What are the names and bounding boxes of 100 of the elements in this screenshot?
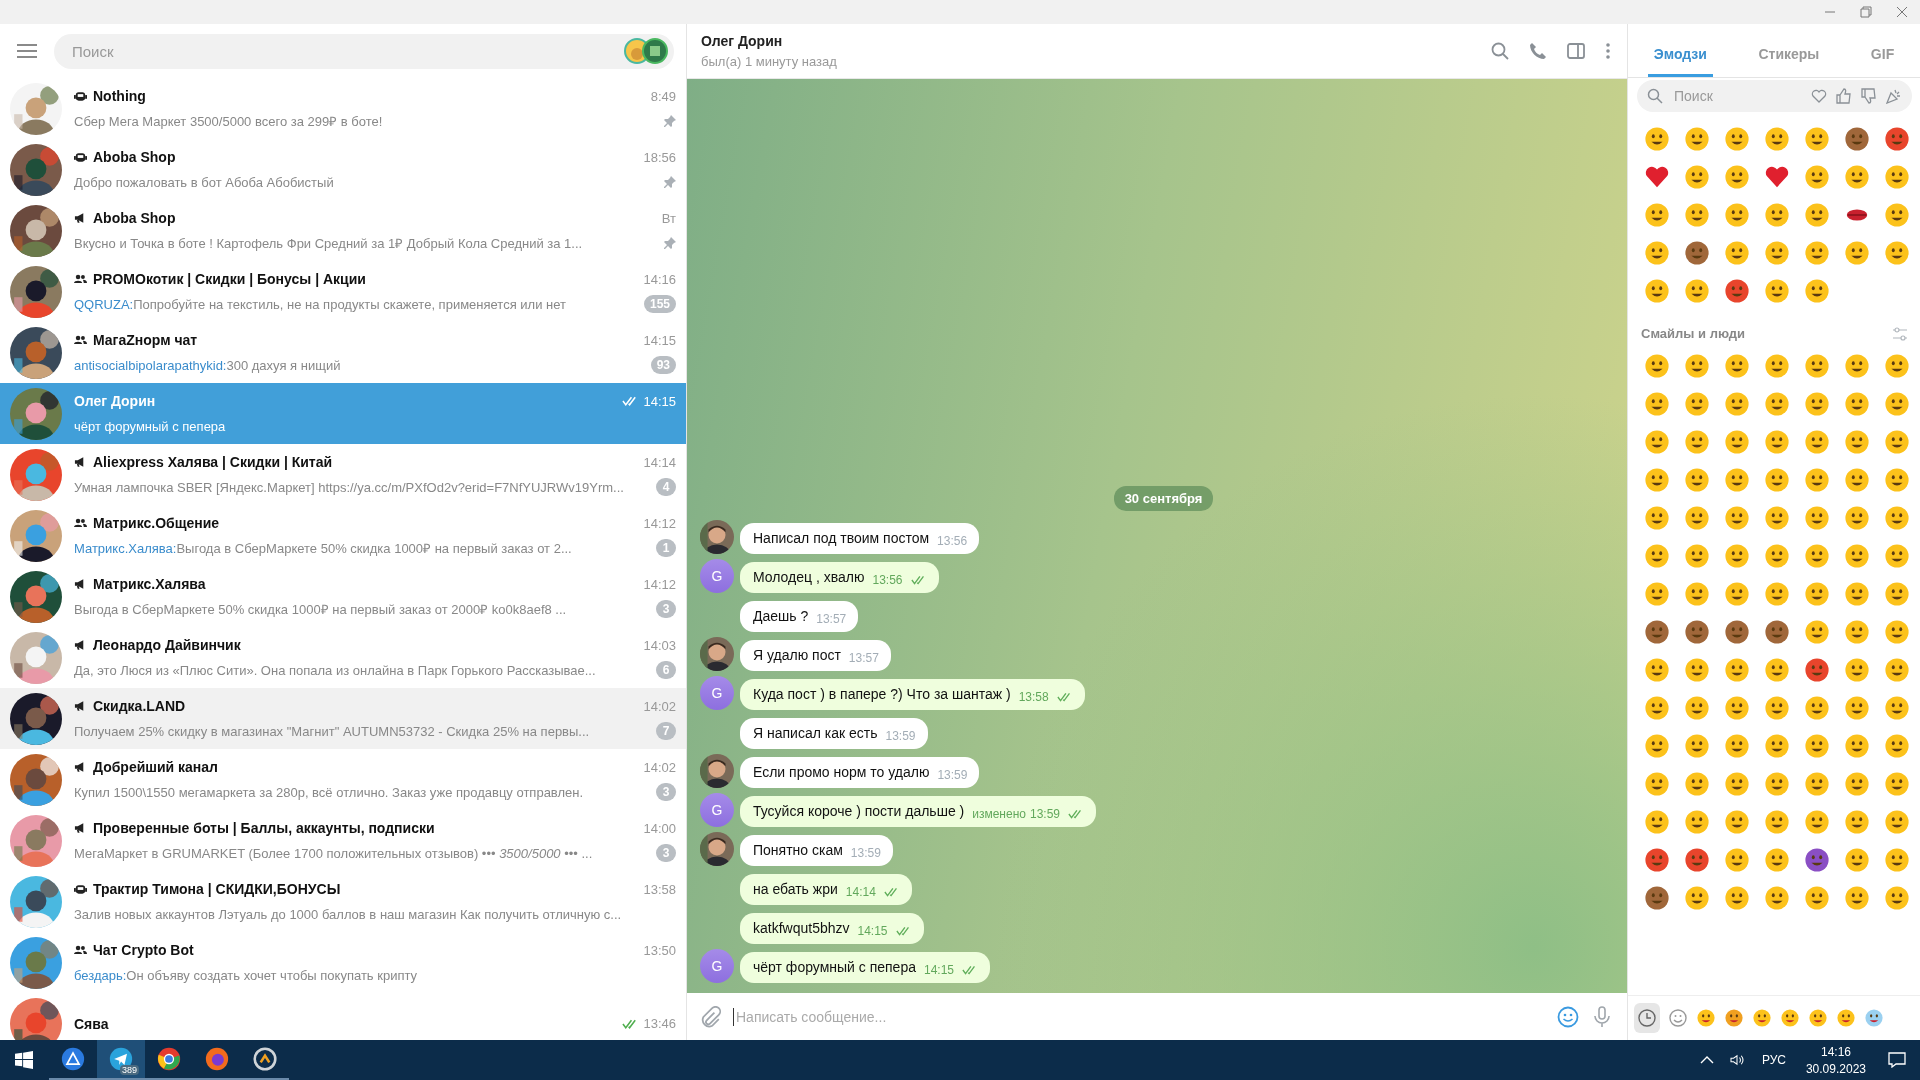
emoji-icon — [1644, 847, 1670, 873]
chat-title: Олег Дорин — [701, 33, 784, 49]
chat-item[interactable]: Проверенные боты | Баллы, аккаунты, подписки 14:00 МегаМаркет в GRUMARKET (Более 1700 положительных отзывов) ••• 3500/5000 ••• ... 3 — [0, 810, 686, 871]
taskbar-app[interactable]: 389 — [97, 1040, 145, 1080]
unread-count: 3 — [656, 783, 676, 801]
app-icon — [157, 1047, 181, 1071]
message-preview: чёрт форумный с пепера — [74, 418, 226, 434]
chat-item[interactable]: Чат Crypto Bot 13:50 бездарь:Он объяву создать хочет чтобы покупать крипту — [0, 932, 686, 993]
double-check-icon — [1056, 692, 1073, 702]
emoji-icon — [1844, 126, 1870, 152]
search-field[interactable]: Поиск — [70, 41, 624, 61]
emoji-icon[interactable] — [1780, 1008, 1800, 1028]
message-text: Написал под твоим постом — [753, 530, 930, 548]
restore-icon[interactable] — [1860, 6, 1872, 18]
emoji-icon — [1764, 619, 1790, 645]
chat-item[interactable]: Матрикс.Халява 14:12 Выгода в СберМаркете 50% скидка 1000₽ на первый заказ от 2000₽ ko0k8aef8 ... 3 — [0, 566, 686, 627]
chat-item[interactable]: Nothing 8:49 Сбер Мега Маркет 3500/5000 всего за 299₽ в боте! — [0, 78, 686, 139]
unread-count: 3 — [656, 844, 676, 862]
emoji-icon — [1884, 391, 1910, 417]
message-text: на ебать жри — [753, 881, 838, 899]
paperclip-icon[interactable] — [699, 1005, 721, 1028]
search-icon[interactable] — [1491, 42, 1509, 60]
menu-icon[interactable] — [17, 44, 37, 58]
phone-icon[interactable] — [1529, 42, 1547, 60]
message-time: 13:59 — [885, 729, 916, 743]
chat-item[interactable]: Скидка.LAND 14:02 Получаем 25% скидку в магазинах "Магнит" AUTUMN53732 - Скидка 25% на первы... 7 — [0, 688, 686, 749]
search-field[interactable]: Поиск — [54, 33, 674, 69]
emoji-icon — [1684, 429, 1710, 455]
emoji-icon — [1844, 657, 1870, 683]
emoji-search-field[interactable]: Поиск — [1637, 80, 1912, 112]
chat-time: 14:02 — [643, 759, 676, 775]
emoji-icon[interactable] — [1696, 1008, 1716, 1028]
close-icon[interactable] — [1896, 6, 1908, 18]
emoji-icon — [1724, 771, 1750, 797]
message-time: 14:15 — [857, 924, 888, 938]
clock[interactable]: 14:16 30.09.2023 — [1805, 1044, 1866, 1076]
emoji-icon — [1884, 202, 1910, 228]
emoji-icon — [1724, 353, 1750, 379]
more-icon[interactable] — [1605, 42, 1611, 60]
emoji-icon — [1764, 467, 1790, 493]
emoji-icon[interactable] — [1724, 1008, 1744, 1028]
emoji-icon[interactable] — [1752, 1008, 1772, 1028]
avatar: G — [700, 949, 734, 983]
emoji-icon — [1764, 657, 1790, 683]
emoji-icon — [1844, 581, 1870, 607]
emoji-icon — [1804, 733, 1830, 759]
chat-name: Леонардо Дайвинчик — [93, 637, 241, 653]
emoji-icon — [1884, 695, 1910, 721]
emoji-icon — [1764, 847, 1790, 873]
recent-tab[interactable] — [1634, 1003, 1660, 1033]
smiley-icon[interactable] — [1557, 1005, 1579, 1028]
emoji-icon — [1644, 202, 1670, 228]
emoji-icon[interactable] — [1808, 1008, 1828, 1028]
emoji-search-field[interactable]: Поиск — [1672, 87, 1802, 105]
emoji-icon — [1724, 581, 1750, 607]
emoji-icon — [1844, 771, 1870, 797]
windows-icon[interactable] — [15, 1051, 33, 1069]
speaker-icon[interactable] — [1729, 1054, 1744, 1066]
emoji-icon[interactable] — [1836, 1008, 1856, 1028]
emoji-icon — [1804, 429, 1830, 455]
language-indicator[interactable]: РУС — [1761, 1053, 1786, 1067]
double-check-icon — [895, 926, 912, 936]
smiley-icon[interactable] — [1668, 1008, 1688, 1028]
emoji-icon — [1804, 126, 1830, 152]
chat-item[interactable]: Aliexpress Халява | Скидки | Китай 14:14 Умная лампочка SBER [Яндекс.Маркет] https://ya.cc/m/PXfOd2v?erid=F7NfYUJRWv19Yrm... 4 — [0, 444, 686, 505]
chat-name: Скидка.LAND — [93, 698, 186, 714]
emoji-icon — [1724, 126, 1750, 152]
message-preview: бездарь:Он объяву создать хочет чтобы покупать крипту — [74, 967, 418, 983]
emoji-icon — [1804, 353, 1830, 379]
emoji-icon — [1644, 733, 1670, 759]
emoji-icon — [1644, 657, 1670, 683]
chevron-up-icon[interactable] — [1699, 1054, 1714, 1066]
emoji-icon[interactable] — [1864, 1008, 1884, 1028]
message-preview: Добро пожаловать в бот Абоба Абобистый — [74, 174, 334, 190]
emoji-icon — [1724, 429, 1750, 455]
unread-count: 4 — [656, 478, 676, 496]
message-preview: Сбер Мега Маркет 3500/5000 всего за 299₽ в боте! — [74, 113, 383, 130]
last-seen-status: был(а) 1 минуту назад — [701, 54, 838, 69]
message-time: 13:58 — [1018, 690, 1049, 704]
message-time: 13:57 — [816, 612, 847, 626]
chat-time: 14:00 — [643, 820, 676, 836]
emoji-icon — [1644, 391, 1670, 417]
message-time: 14:15 — [923, 963, 954, 977]
emoji-icon — [1724, 657, 1750, 683]
chat-item[interactable]: Трактир Тимона | СКИДКИ,БОНУСЫ 13:58 Залив новых аккаунтов Лэтуаль до 1000 баллов в наш магазин Как получить отличную с... — [0, 871, 686, 932]
chat-time: 13:58 — [643, 881, 676, 897]
chat-item[interactable]: Матрикс.Общение 14:12 Матрикс.Халява:Выгода в СберМаркете 50% скидка 1000₽ на первый заказ от 2... 1 — [0, 505, 686, 566]
avatar: G — [700, 559, 734, 593]
sidebar-icon[interactable] — [1567, 42, 1585, 60]
chat-time: 14:14 — [643, 454, 676, 470]
notification-icon[interactable] — [1888, 1052, 1906, 1068]
chat-item[interactable]: Добрейший канал 14:02 Купил 1500\1550 мегамаркета за 280р, всё отлично. Заказ уже продавцу отправлен. 3 — [0, 749, 686, 810]
emoji-icon — [1844, 505, 1870, 531]
chat-item[interactable]: Aboba Shop 18:56 Добро пожаловать в бот Абоба Абобистый — [0, 139, 686, 200]
emoji-icon — [1884, 353, 1910, 379]
emoji-icon — [1684, 126, 1710, 152]
emoji-icon — [1844, 619, 1870, 645]
chat-item[interactable]: Aboba Shop Вт Вкусно и Точка в боте ! Картофель Фри Средний за 1₽ Добрый Кола Средний за 1... — [0, 200, 686, 261]
emoji-icon — [1884, 657, 1910, 683]
chat-item[interactable]: PROMOкотик | Скидки | Бонусы | Акции 14:16 QQRUZA:Попробуйте на текстиль, не на продукты скажете, применяется или нет 155 — [0, 261, 686, 322]
